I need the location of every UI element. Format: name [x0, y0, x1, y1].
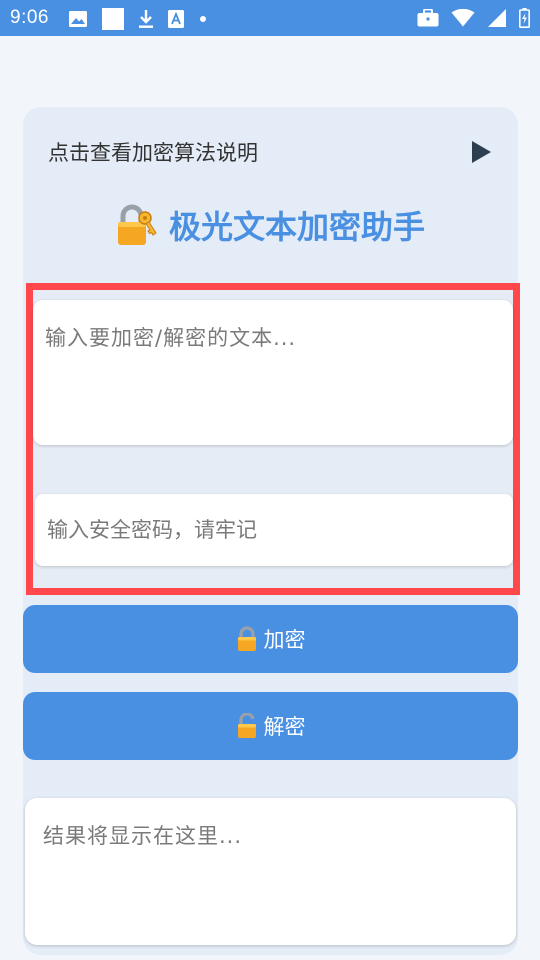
- encrypt-button[interactable]: 加密: [23, 605, 518, 673]
- status-right-icons: [417, 8, 530, 28]
- play-icon[interactable]: [472, 141, 491, 163]
- briefcase-icon: [417, 9, 439, 27]
- wifi-icon: [451, 9, 475, 27]
- decrypt-button[interactable]: 解密: [23, 692, 518, 760]
- download-icon: [139, 10, 153, 28]
- result-placeholder: 结果将显示在这里...: [43, 824, 243, 848]
- status-bar: 9:06: [0, 0, 540, 36]
- font-a-icon: [168, 10, 184, 28]
- image-icon: [69, 11, 87, 27]
- dot-icon: [200, 16, 206, 22]
- text-input[interactable]: [33, 300, 513, 445]
- decrypt-label: 解密: [263, 715, 306, 739]
- lock-key-icon: [117, 204, 157, 245]
- app-title: 极光文本加密助手: [0, 198, 540, 252]
- battery-icon: [519, 8, 530, 28]
- blank-square-icon: [102, 8, 124, 30]
- status-time: 9:06: [10, 7, 49, 28]
- page-title: 极光文本加密助手: [168, 208, 425, 246]
- unlock-icon: [237, 713, 256, 738]
- encrypt-label: 加密: [263, 628, 306, 652]
- signal-icon: [488, 9, 506, 27]
- algorithm-guide-toggle[interactable]: 点击查看加密算法说明: [48, 132, 493, 172]
- password-input[interactable]: [35, 494, 513, 566]
- guide-label: 点击查看加密算法说明: [48, 141, 258, 165]
- lock-icon: [237, 626, 256, 651]
- result-output: 结果将显示在这里...: [25, 798, 516, 945]
- status-left-icons: [68, 8, 208, 30]
